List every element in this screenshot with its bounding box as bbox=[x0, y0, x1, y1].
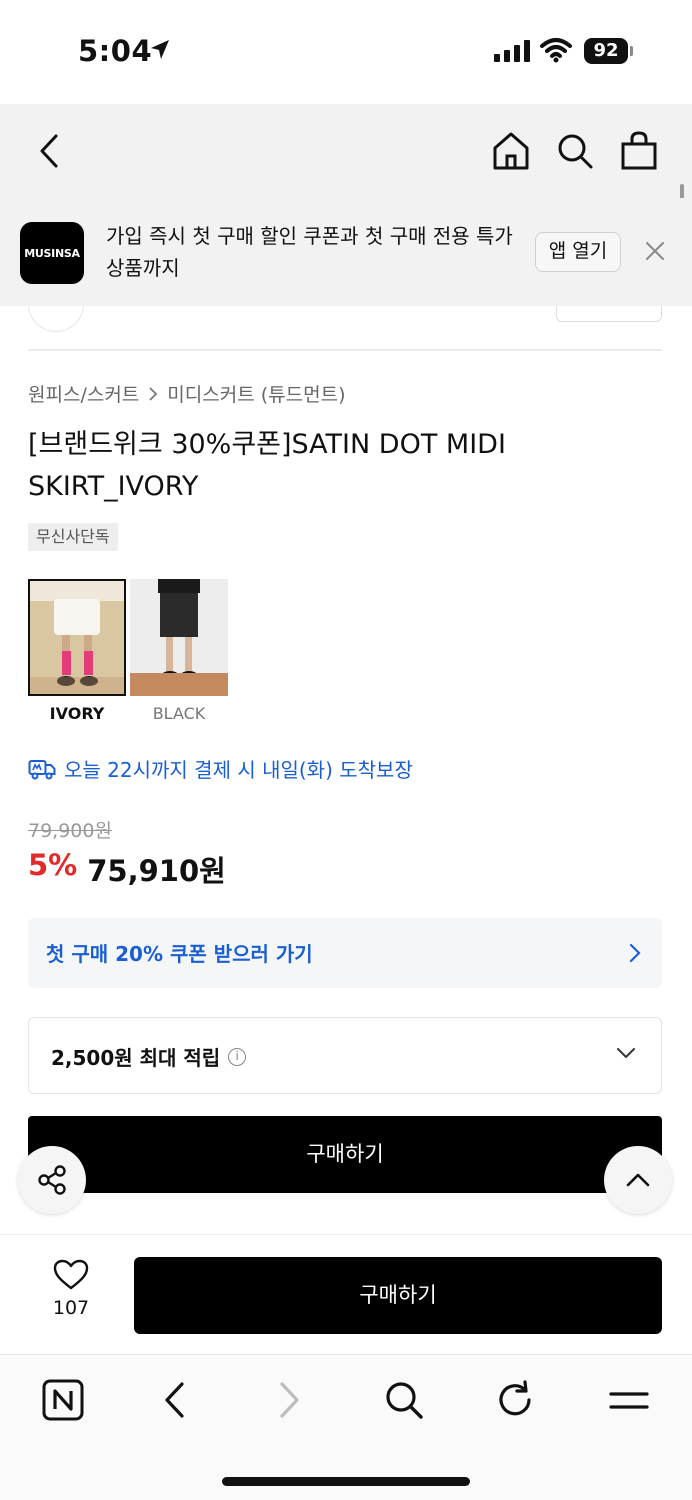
back-arrow-icon[interactable] bbox=[36, 130, 64, 172]
home-indicator bbox=[222, 1477, 470, 1486]
breadcrumb: 원피스/스커트 미디스커트 (튜드먼트) bbox=[28, 380, 345, 407]
browser-back-icon[interactable] bbox=[160, 1379, 190, 1421]
browser-forward-icon[interactable] bbox=[274, 1379, 304, 1421]
battery-indicator: 92 bbox=[584, 38, 628, 64]
top-navigation-bar bbox=[0, 104, 692, 198]
browser-toolbar bbox=[0, 1354, 692, 1500]
color-label-black: BLACK bbox=[152, 704, 206, 723]
heart-icon bbox=[53, 1259, 89, 1290]
open-app-button[interactable]: 앱 열기 bbox=[535, 232, 621, 272]
points-text: 2,500원 최대 적립 bbox=[51, 1046, 221, 1070]
exclusive-badge: 무신사단독 bbox=[28, 523, 118, 551]
delivery-truck-icon bbox=[28, 759, 56, 779]
buy-button-sticky[interactable]: 구매하기 bbox=[134, 1257, 662, 1334]
delivery-text: 오늘 22시까지 결제 시 내일(화) 도착보장 bbox=[64, 758, 413, 782]
black-thumbnail bbox=[130, 579, 228, 696]
discount-rate: 5% bbox=[28, 848, 78, 882]
brand-like-button[interactable] bbox=[556, 306, 662, 322]
breadcrumb-subcategory[interactable]: 미디스커트 (튜드먼트) bbox=[167, 380, 345, 407]
chevron-down-icon bbox=[617, 1048, 635, 1059]
cellular-signal-icon bbox=[494, 40, 530, 62]
search-icon[interactable] bbox=[554, 130, 596, 172]
buy-button[interactable]: 구매하기 bbox=[28, 1116, 662, 1193]
breadcrumb-category[interactable]: 원피스/스커트 bbox=[28, 380, 139, 407]
color-label-ivory: IVORY bbox=[49, 704, 105, 723]
points-label: 2,500원 최대 적립 i bbox=[51, 1042, 247, 1071]
location-arrow-icon bbox=[151, 40, 169, 59]
naver-n-icon[interactable] bbox=[42, 1379, 84, 1421]
wifi-icon bbox=[540, 38, 572, 63]
status-time: 5:04 bbox=[78, 34, 153, 68]
app-promo-banner: MUSINSA 가입 즉시 첫 구매 할인 쿠폰과 첫 구매 전용 특가 상품까… bbox=[0, 198, 692, 306]
ivory-skirt-image bbox=[30, 581, 124, 694]
home-icon[interactable] bbox=[490, 130, 532, 172]
share-icon bbox=[38, 1165, 66, 1195]
battery-cap bbox=[630, 46, 633, 56]
banner-text: 가입 즉시 첫 구매 할인 쿠폰과 첫 구매 전용 특가 상품까지 bbox=[106, 224, 513, 280]
chevron-right-icon bbox=[629, 943, 641, 963]
original-price: 79,900원 bbox=[28, 820, 112, 842]
points-accordion[interactable]: 2,500원 최대 적립 i bbox=[28, 1017, 662, 1094]
info-icon[interactable]: i bbox=[228, 1047, 247, 1066]
coupon-text: 첫 구매 20% 쿠폰 받으러 가기 bbox=[46, 942, 313, 966]
scroll-to-top-button[interactable] bbox=[604, 1146, 672, 1214]
like-button[interactable]: 107 bbox=[40, 1259, 102, 1319]
brand-row-partial bbox=[0, 306, 692, 336]
shopping-bag-icon[interactable] bbox=[618, 130, 660, 172]
delivery-guarantee[interactable]: 오늘 22시까지 결제 시 내일(화) 도착보장 bbox=[28, 754, 413, 783]
product-title: [브랜드위크 30%쿠폰]SATIN DOT MIDI SKIRT_IVORY bbox=[28, 429, 506, 502]
divider bbox=[28, 349, 662, 351]
share-button[interactable] bbox=[18, 1146, 86, 1214]
brand-avatar[interactable] bbox=[28, 306, 84, 332]
final-price: 75,910원 bbox=[87, 854, 226, 888]
close-icon[interactable] bbox=[644, 240, 666, 262]
ivory-thumbnail bbox=[28, 579, 126, 696]
price-row: 5% 75,910원 bbox=[28, 848, 226, 890]
browser-search-icon[interactable] bbox=[383, 1379, 425, 1421]
black-skirt-image bbox=[130, 579, 228, 696]
status-bar: 5:04 92 bbox=[0, 0, 692, 104]
musinsa-logo: MUSINSA bbox=[20, 222, 84, 284]
first-purchase-coupon-banner[interactable]: 첫 구매 20% 쿠폰 받으러 가기 bbox=[28, 918, 662, 988]
color-option-black[interactable] bbox=[130, 579, 228, 696]
refresh-icon[interactable] bbox=[496, 1379, 536, 1421]
color-option-ivory[interactable] bbox=[28, 579, 126, 696]
menu-icon[interactable] bbox=[608, 1379, 650, 1421]
like-count: 107 bbox=[52, 1297, 90, 1319]
bottom-purchase-bar: 107 구매하기 bbox=[0, 1234, 692, 1354]
chevron-up-icon bbox=[626, 1173, 650, 1187]
chevron-right-icon bbox=[149, 386, 158, 401]
